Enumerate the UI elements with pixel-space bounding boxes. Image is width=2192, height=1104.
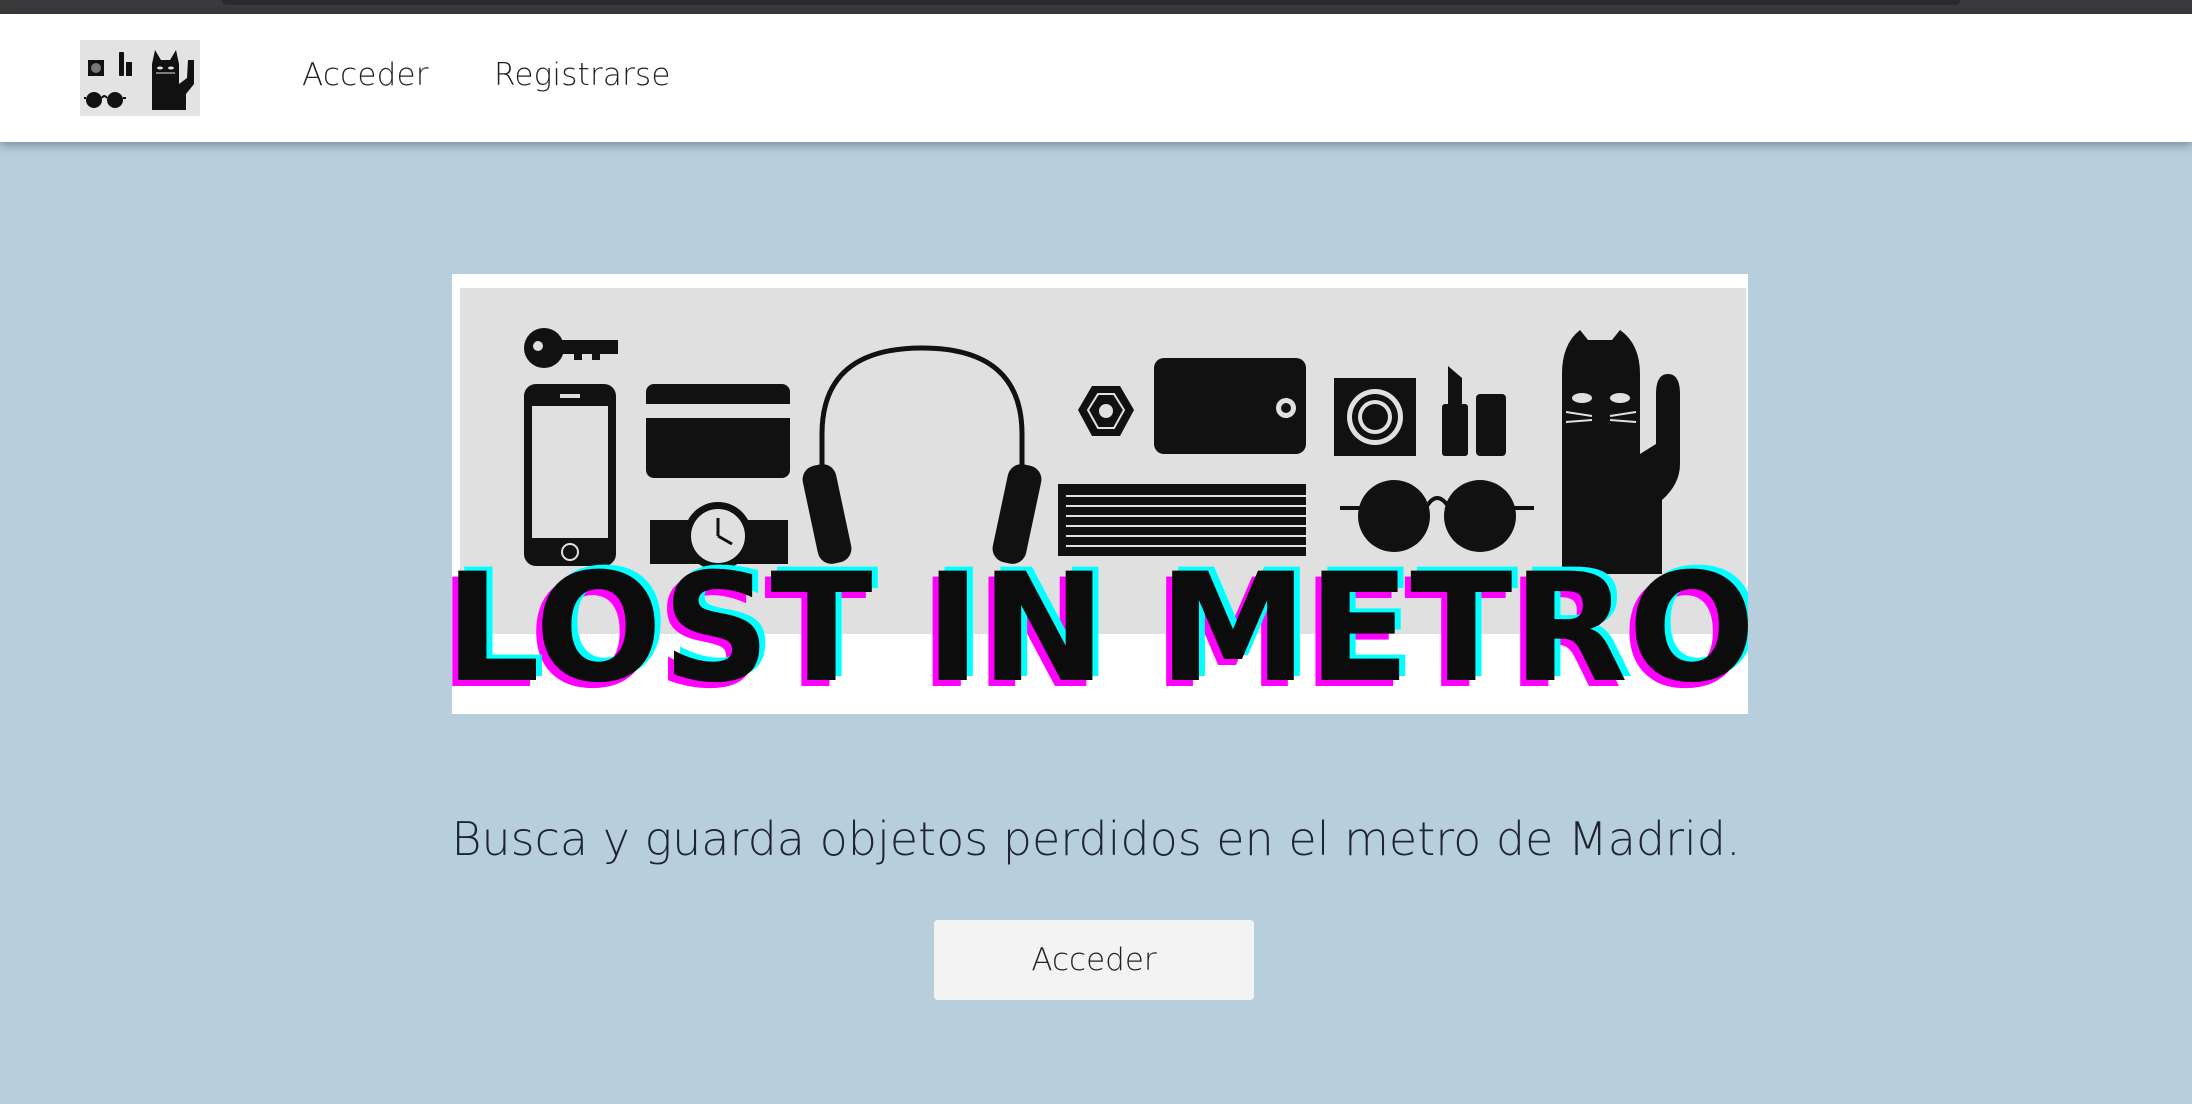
card-icon: [646, 384, 790, 478]
nav-link-acceder[interactable]: Acceder: [302, 57, 429, 93]
svg-text:LOST IN METRO: LOST IN METRO: [452, 542, 1748, 714]
logo-icon: [80, 40, 200, 116]
browser-top-bar: [222, 0, 1960, 5]
nav-link-registrarse[interactable]: Registrarse: [494, 57, 671, 93]
banner-title: LOST IN METRO LOST IN METRO LOST IN METR…: [452, 538, 1748, 714]
banner-illustration: LOST IN METRO LOST IN METRO LOST IN METR…: [452, 274, 1748, 714]
acceder-button[interactable]: Acceder: [934, 920, 1254, 1000]
hero-tagline: Busca y guarda objetos perdidos en el me…: [451, 812, 1741, 866]
navbar: Acceder Registrarse: [0, 14, 2192, 142]
coin-icon: [1334, 378, 1416, 456]
site-logo[interactable]: [80, 40, 200, 116]
wallet-icon: [1154, 358, 1306, 454]
browser-top-strip: [0, 0, 2192, 14]
hero-banner: LOST IN METRO LOST IN METRO LOST IN METR…: [452, 274, 1748, 714]
